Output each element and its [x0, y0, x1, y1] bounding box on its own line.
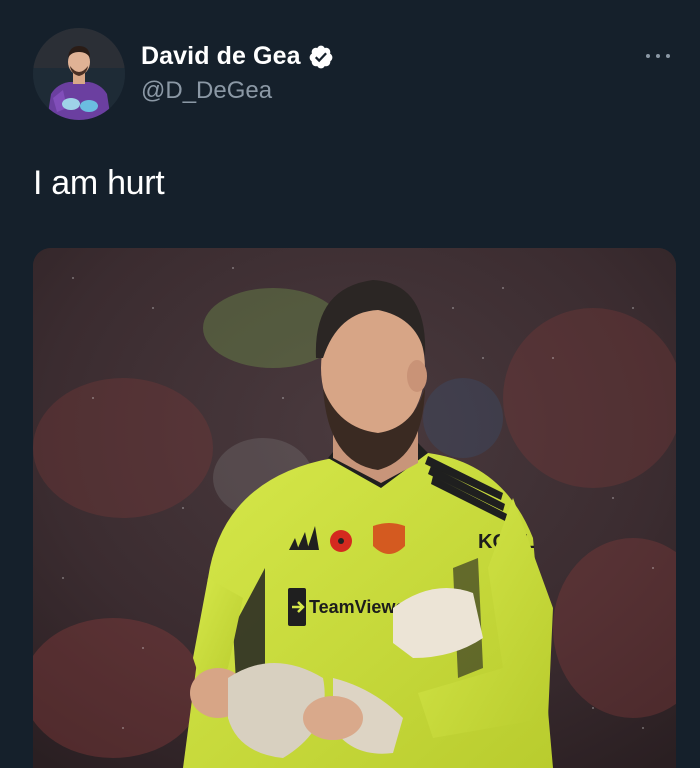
more-options-icon[interactable] [646, 48, 674, 64]
goalkeeper-photo-icon: TeamViewer KOHL [33, 248, 676, 768]
author-row[interactable]: David de Gea [141, 42, 334, 71]
tweet-card: David de Gea @D_DeGea I am hurt TeamView… [0, 0, 700, 768]
avatar[interactable] [33, 28, 125, 120]
profile-photo-icon [33, 28, 125, 120]
user-handle[interactable]: @D_DeGea [141, 77, 272, 105]
display-name[interactable]: David de Gea [141, 42, 301, 71]
tweet-text: I am hurt [33, 164, 165, 202]
verified-badge-icon [308, 44, 334, 70]
tweet-media-photo[interactable]: TeamViewer KOHL [33, 248, 676, 768]
